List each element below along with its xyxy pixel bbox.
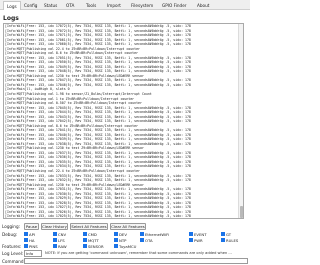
log-scrollbar[interactable] [238,24,243,218]
checkbox-icon [140,238,144,242]
filter-sensor[interactable]: SENSOR [83,243,104,250]
filter-tuyamcu[interactable]: TuyaMCU [114,243,136,250]
tab-logs[interactable]: Logs [3,1,21,10]
clear-all-features-button[interactable]: Clear All Features [110,223,146,230]
checkbox-icon [24,232,28,236]
checkbox-icon [24,238,28,242]
log-level-select[interactable]: Info [24,250,42,257]
tab-config[interactable]: Config [24,2,37,9]
filter-raw[interactable]: RAW [53,243,67,250]
command-row: Command: [2,257,248,265]
checkbox-icon [83,238,87,242]
tab-gpio-finder[interactable]: GPIO Finder [162,2,187,9]
log-level-note: NOTE: If you are getting 'command unknow… [45,251,232,255]
tab-import[interactable]: Import [107,2,121,9]
log-level-label: Log Level: [2,251,24,256]
command-input[interactable] [24,257,248,264]
checkbox-icon [114,244,118,248]
tab-bar: Logs Config Status OTA Tools Import File… [0,0,250,10]
logging-row: Logging: Pause Clear History Select All … [2,223,248,230]
checkbox-icon [140,232,144,236]
tab-status[interactable]: Status [44,2,57,9]
checkbox-icon [83,232,87,236]
command-label: Command: [2,258,25,264]
tab-tools[interactable]: Tools [86,2,96,9]
select-all-features-button[interactable]: Select All Features [70,223,108,230]
checkbox-icon [114,238,118,242]
checkbox-icon [189,232,193,236]
log-level-row: Log Level: Info NOTE: If you are getting… [2,250,248,257]
checkbox-icon [221,238,225,242]
checkbox-icon [24,244,28,248]
tab-filesystem[interactable]: Filesystem [131,2,153,9]
log-output[interactable]: [Info:WiFi]Free: 153, idx 17072(5), Rev … [3,23,244,219]
checkbox-icon [189,238,193,242]
logging-label: Logging: [2,224,21,229]
log-scrollbar-thumb[interactable] [240,206,243,218]
clear-history-button[interactable]: Clear History [41,223,68,230]
pause-button[interactable]: Pause [24,223,39,230]
checkbox-icon [83,244,87,248]
tab-ota[interactable]: OTA [66,2,74,9]
checkbox-icon [114,232,118,236]
checkbox-icon [221,232,225,236]
checkbox-icon [53,238,57,242]
log-line: [Info:WiFi]Free: 153, idx 17025(5), Rev … [5,214,191,219]
page-title: Logs [3,15,19,22]
log-lines: [Info:WiFi]Free: 153, idx 17072(5), Rev … [4,24,243,219]
tab-about[interactable]: About [197,2,209,9]
checkbox-icon [53,232,57,236]
checkbox-icon [53,244,57,248]
filter-pins[interactable]: PINS [24,243,38,250]
features-filter-row: Features: PINS RAW SENSOR TuyaMCU [2,243,248,250]
features-label: Features: [2,243,22,249]
